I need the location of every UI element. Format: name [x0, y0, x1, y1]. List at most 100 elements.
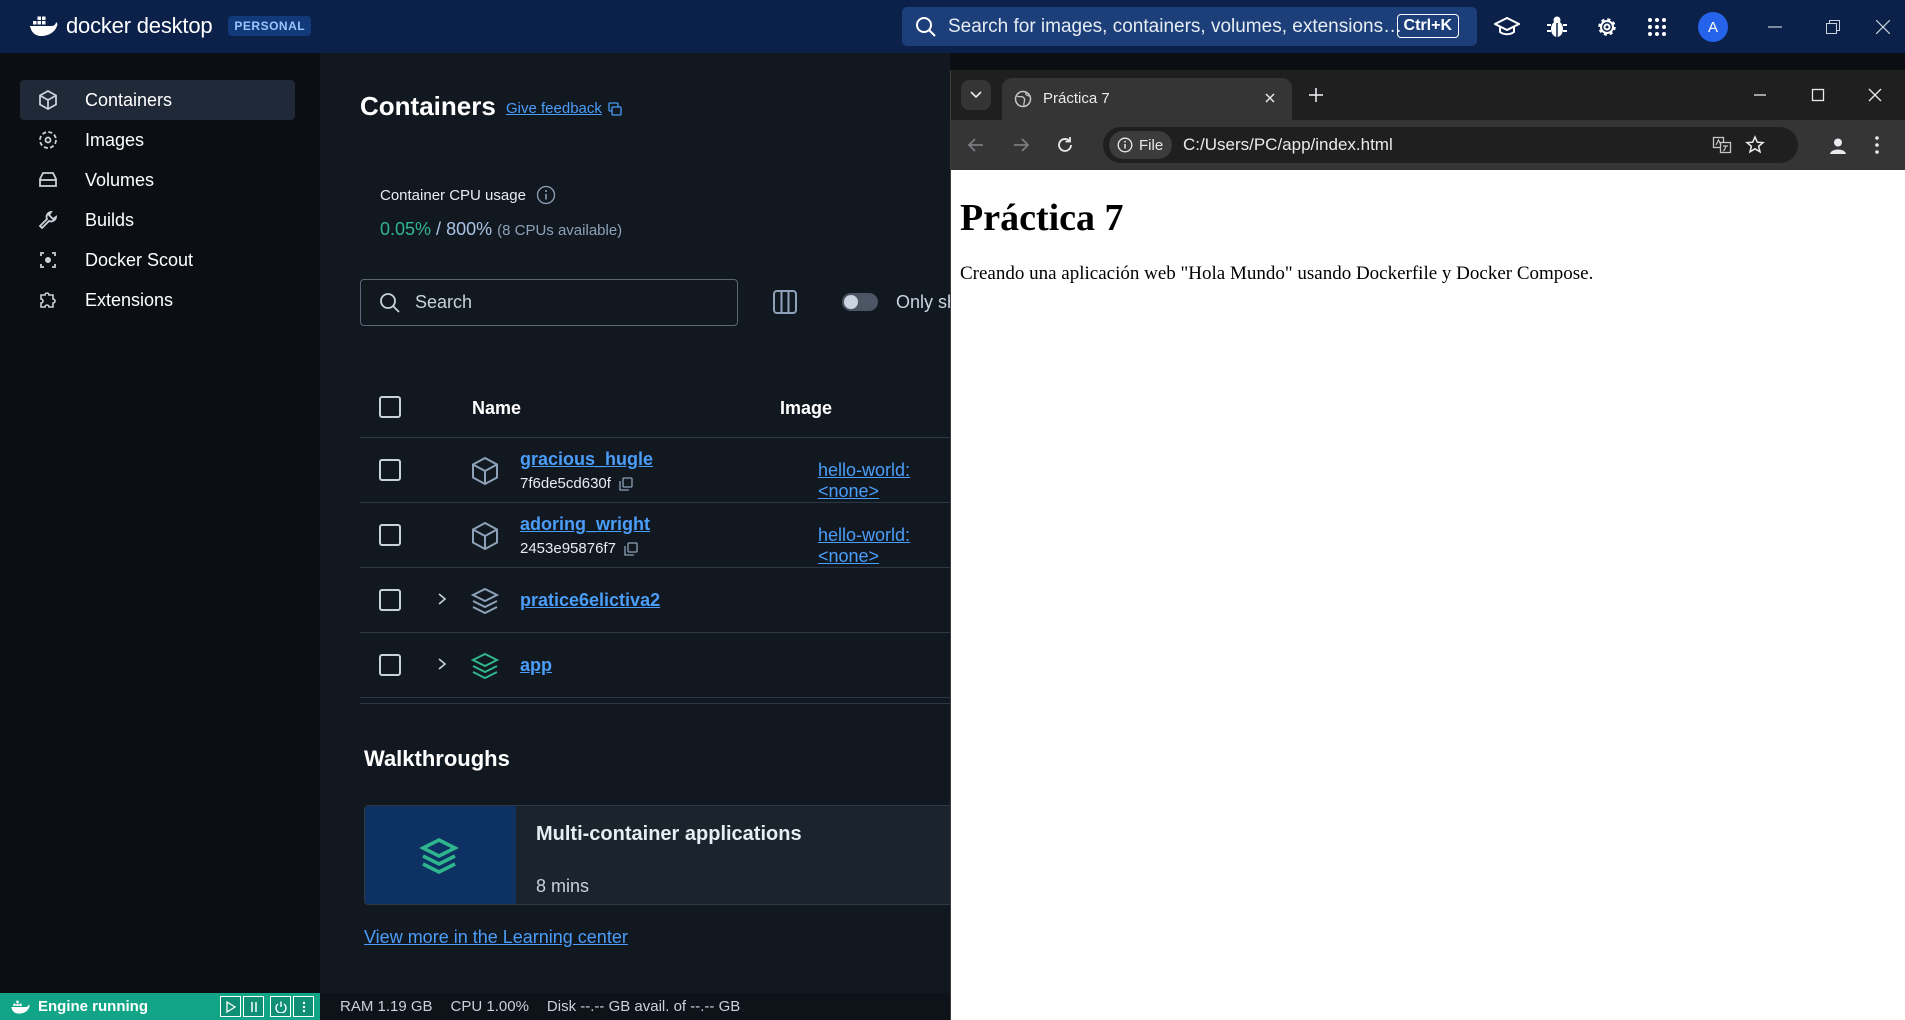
browser-minimize-icon[interactable] — [1751, 86, 1769, 104]
columns-icon[interactable] — [770, 287, 800, 317]
container-search[interactable] — [360, 279, 738, 326]
close-tab-icon[interactable] — [1262, 90, 1278, 106]
cpu-usage-title: Container CPU usage — [380, 186, 526, 204]
only-running-toggle[interactable] — [842, 293, 878, 311]
disk-stat: Disk --.-- GB avail. of --.-- GB — [546, 998, 741, 1015]
sidebar-item-docker-scout[interactable]: Docker Scout — [20, 240, 295, 280]
learning-center-button[interactable] — [1492, 13, 1521, 42]
docker-whale-icon — [11, 1000, 30, 1014]
walkthrough-card[interactable]: Multi-container applications 8 mins — [364, 805, 964, 905]
container-name-link[interactable]: adoring_wright — [520, 514, 650, 535]
container-id-text: 2453e95876f7 — [520, 540, 616, 557]
engine-start-button[interactable] — [220, 996, 241, 1017]
image-link[interactable]: hello-world:<none> — [818, 460, 950, 502]
cpu-total: 800% — [446, 219, 493, 239]
back-arrow-icon[interactable] — [966, 135, 986, 155]
sidebar-item-extensions[interactable]: Extensions — [20, 280, 295, 320]
row-checkbox[interactable] — [379, 589, 401, 611]
forward-arrow-icon[interactable] — [1011, 135, 1031, 155]
search-shortcut-badge: Ctrl+K — [1396, 14, 1459, 38]
bug-icon — [1546, 16, 1567, 37]
resource-stats: RAM 1.19 GB CPU 1.00% Disk --.-- GB avai… — [340, 998, 740, 1015]
search-icon — [916, 16, 936, 37]
sidebar: Containers Images Volumes Builds Docker … — [0, 53, 320, 993]
browser-close-icon[interactable] — [1866, 86, 1884, 104]
stack-running-icon — [470, 652, 500, 680]
row-checkbox[interactable] — [379, 524, 401, 546]
info-icon[interactable] — [536, 185, 556, 205]
power-icon — [274, 1001, 287, 1013]
page-title: Containers — [360, 91, 496, 121]
status-bar: Engine running RAM 1.19 GB CPU 1.00% Dis… — [0, 993, 950, 1020]
engine-more-button[interactable] — [293, 996, 314, 1017]
browser-maximize-icon[interactable] — [1809, 86, 1827, 104]
sidebar-item-label: Images — [85, 129, 145, 150]
site-info-chip[interactable]: File — [1109, 131, 1172, 159]
bookmark-star-icon[interactable] — [1745, 135, 1765, 155]
pause-icon — [250, 1001, 257, 1012]
troubleshoot-button[interactable] — [1542, 13, 1571, 42]
compose-project-link[interactable]: pratice6elictiva2 — [520, 590, 660, 611]
sidebar-item-label: Volumes — [85, 169, 155, 190]
chevron-right-icon[interactable] — [435, 656, 449, 672]
builds-icon — [38, 210, 58, 230]
container-search-input[interactable] — [415, 292, 715, 313]
close-window-button[interactable] — [1868, 12, 1898, 42]
scout-icon — [40, 252, 56, 268]
row-checkbox[interactable] — [379, 654, 401, 676]
give-feedback-link[interactable]: Give feedback — [506, 100, 622, 117]
globe-icon — [1014, 90, 1032, 108]
column-name[interactable]: Name — [472, 398, 521, 419]
cpu-available: (8 CPUs available) — [497, 222, 623, 239]
sidebar-item-volumes[interactable]: Volumes — [20, 160, 295, 200]
settings-button[interactable] — [1592, 13, 1621, 42]
images-icon — [39, 131, 57, 149]
new-tab-icon[interactable] — [1307, 86, 1325, 104]
graduation-cap-icon — [1493, 16, 1520, 36]
url-text[interactable]: C:/Users/PC/app/index.html — [1183, 135, 1393, 155]
global-search[interactable]: Search for images, containers, volumes, … — [902, 7, 1477, 46]
engine-status-label: Engine running — [38, 998, 148, 1015]
info-icon — [1117, 137, 1133, 153]
cpu-stat: CPU 1.00% — [450, 998, 529, 1015]
user-avatar[interactable]: A — [1698, 12, 1728, 42]
give-feedback-label: Give feedback — [506, 100, 602, 117]
address-bar[interactable]: File C:/Users/PC/app/index.html — [1103, 127, 1798, 163]
restore-button[interactable] — [1818, 12, 1848, 42]
row-checkbox[interactable] — [379, 459, 401, 481]
engine-controls — [220, 996, 314, 1017]
compose-project-link[interactable]: app — [520, 655, 552, 676]
restore-icon — [1826, 20, 1840, 34]
extensions-icon — [40, 292, 56, 308]
profile-icon[interactable] — [1827, 135, 1849, 157]
page-heading: Práctica 7 — [960, 197, 1124, 239]
tab-search-button[interactable] — [961, 80, 991, 110]
more-vertical-icon[interactable] — [1873, 135, 1881, 155]
container-name-link[interactable]: gracious_hugle — [520, 449, 653, 470]
docker-brand: docker desktop PERSONAL — [28, 13, 312, 39]
copy-icon[interactable] — [619, 476, 633, 491]
reload-icon[interactable] — [1055, 135, 1075, 155]
app-grid-icon — [1647, 18, 1666, 36]
select-all-checkbox[interactable] — [379, 396, 401, 418]
sidebar-item-images[interactable]: Images — [20, 120, 295, 160]
engine-pause-button[interactable] — [243, 996, 264, 1017]
image-link[interactable]: hello-world:<none> — [818, 525, 950, 567]
stack-icon — [419, 838, 459, 874]
minimize-button[interactable] — [1760, 12, 1790, 42]
browser-tab[interactable]: Práctica 7 — [1002, 78, 1292, 120]
table-row: adoring_wright 2453e95876f7 hello-world:… — [360, 503, 950, 568]
engine-power-button[interactable] — [270, 996, 291, 1017]
sidebar-item-builds[interactable]: Builds — [20, 200, 295, 240]
copy-icon[interactable] — [624, 541, 638, 556]
chevron-right-icon[interactable] — [435, 591, 449, 607]
column-image[interactable]: Image — [780, 398, 832, 419]
extensions-grid-button[interactable] — [1642, 13, 1671, 42]
learning-center-link[interactable]: View more in the Learning center — [364, 927, 628, 948]
sidebar-item-label: Extensions — [85, 289, 174, 310]
stack-icon — [470, 587, 500, 615]
sidebar-item-containers[interactable]: Containers — [20, 80, 295, 120]
walkthrough-thumbnail — [365, 806, 516, 904]
translate-icon[interactable] — [1712, 135, 1732, 155]
more-vertical-icon — [302, 1001, 305, 1012]
